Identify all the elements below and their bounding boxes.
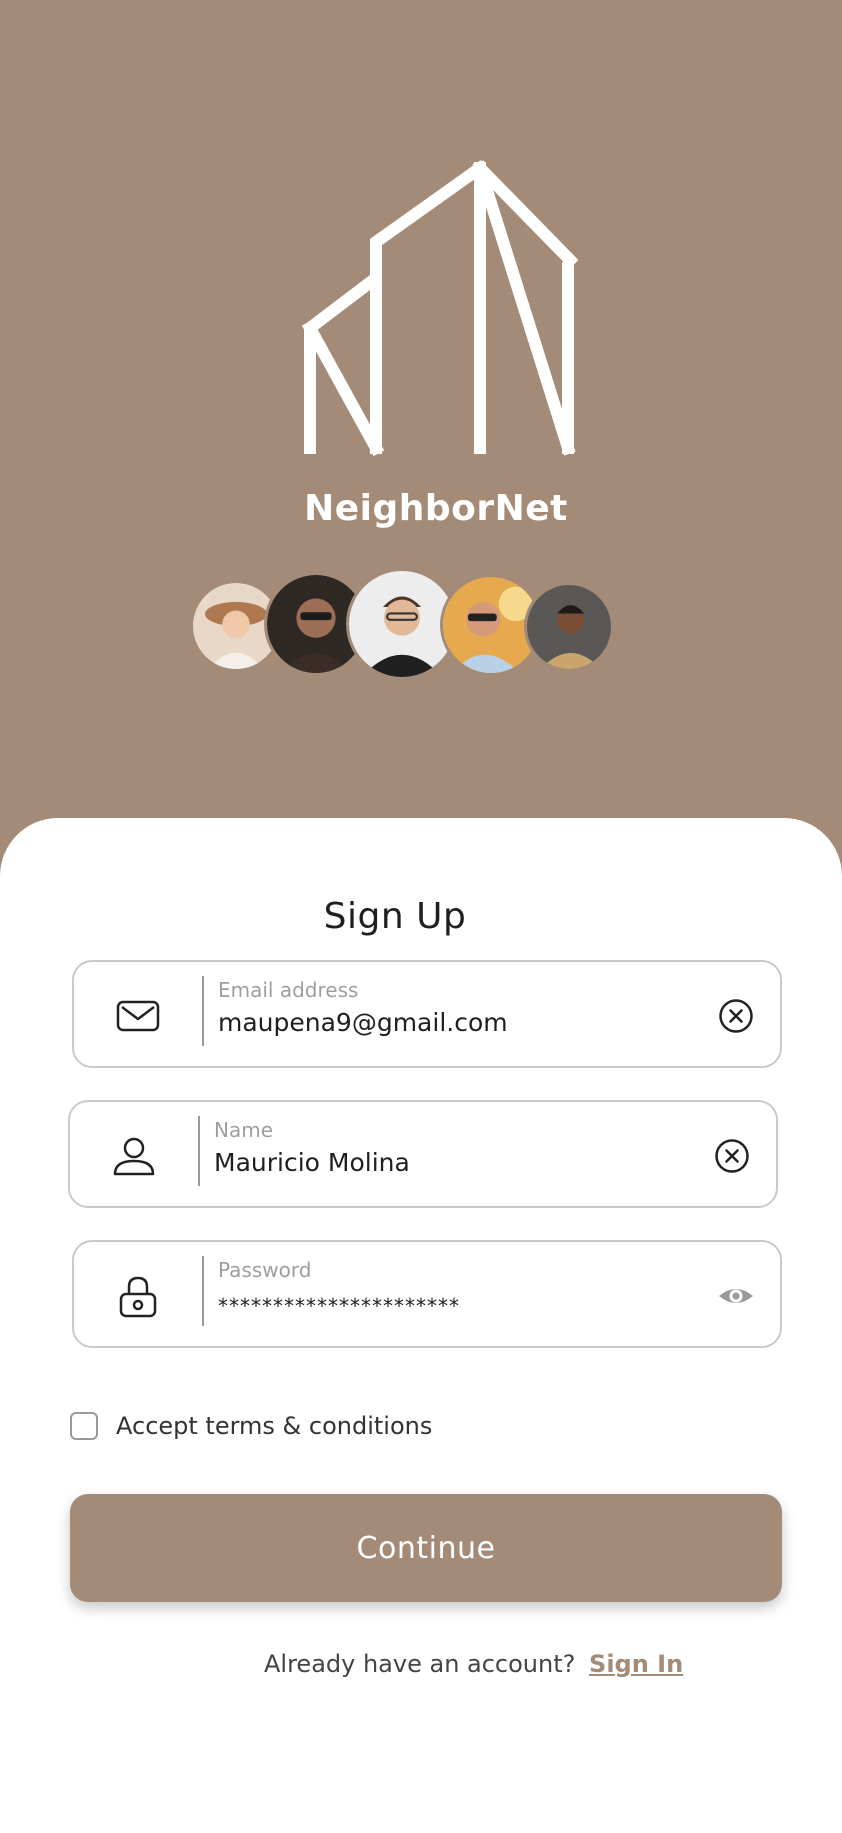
signup-form-sheet: Sign Up Email address maupena9@gmail.com… bbox=[0, 818, 842, 1833]
avatar-group bbox=[190, 568, 640, 688]
continue-button[interactable]: Continue bbox=[70, 1494, 782, 1602]
field-divider bbox=[202, 1256, 204, 1326]
email-field[interactable]: Email address maupena9@gmail.com bbox=[72, 960, 782, 1068]
app-name: NeighborNet bbox=[304, 488, 568, 529]
terms-label[interactable]: Accept terms & conditions bbox=[116, 1412, 432, 1440]
lock-icon bbox=[119, 1276, 157, 1318]
building-logo-icon bbox=[301, 160, 579, 457]
signin-prompt: Already have an account? bbox=[264, 1650, 576, 1678]
password-value[interactable]: ********************** bbox=[218, 1294, 460, 1318]
clear-icon[interactable] bbox=[714, 1138, 750, 1174]
signin-link[interactable]: Sign In bbox=[589, 1650, 683, 1678]
password-field[interactable]: Password ********************** bbox=[72, 1240, 782, 1348]
terms-checkbox[interactable] bbox=[70, 1412, 98, 1440]
person-photo-icon bbox=[527, 585, 611, 669]
avatar bbox=[524, 582, 614, 672]
mail-icon bbox=[116, 1000, 160, 1032]
eye-icon[interactable] bbox=[718, 1278, 754, 1314]
signup-screen: NeighborNet Sign Up Email address maupen… bbox=[0, 0, 842, 1833]
email-value[interactable]: maupena9@gmail.com bbox=[218, 1008, 508, 1037]
field-divider bbox=[202, 976, 204, 1046]
form-title: Sign Up bbox=[323, 896, 467, 937]
terms-row: Accept terms & conditions bbox=[70, 1412, 432, 1440]
name-field[interactable]: Name Mauricio Molina bbox=[68, 1100, 778, 1208]
password-label: Password bbox=[218, 1258, 312, 1282]
signin-row: Already have an account? Sign In bbox=[264, 1650, 683, 1678]
email-label: Email address bbox=[218, 978, 359, 1002]
clear-icon[interactable] bbox=[718, 998, 754, 1034]
name-value[interactable]: Mauricio Molina bbox=[214, 1148, 410, 1177]
field-divider bbox=[198, 1116, 200, 1186]
name-label: Name bbox=[214, 1118, 274, 1142]
user-icon bbox=[113, 1137, 155, 1176]
